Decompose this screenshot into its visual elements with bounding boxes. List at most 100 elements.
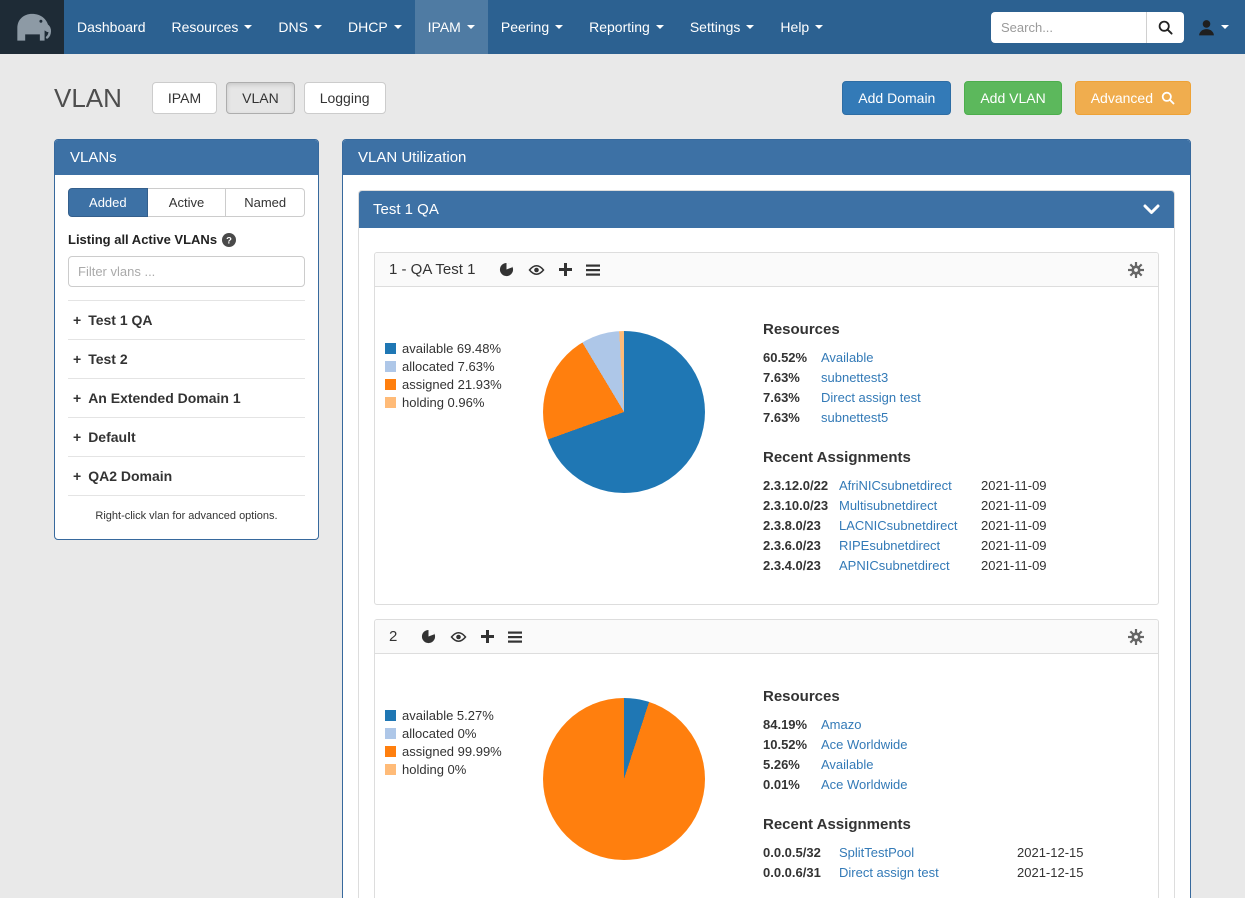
resource-link[interactable]: Ace Worldwide <box>821 777 907 792</box>
expand-icon[interactable]: + <box>73 429 81 445</box>
pie-legend: available 69.48% allocated 7.63% assigne… <box>385 341 537 578</box>
vlan-group-heading[interactable]: Test 1 QA <box>359 191 1174 228</box>
vlan-filter-tabs: Added Active Named <box>68 188 305 217</box>
resource-link[interactable]: subnettest3 <box>821 370 888 385</box>
gear-icon[interactable] <box>1128 629 1144 645</box>
help-icon[interactable]: ? <box>222 233 236 247</box>
nav-item-dns[interactable]: DNS <box>265 0 335 54</box>
expand-icon[interactable]: + <box>73 351 81 367</box>
vlan-name: QA2 Domain <box>88 468 172 484</box>
resource-link[interactable]: Amazo <box>821 717 861 732</box>
caret-down-icon <box>555 25 563 29</box>
vlan-filter-input[interactable] <box>68 256 305 287</box>
add-vlan-button[interactable]: Add VLAN <box>964 81 1061 115</box>
vlan-list-item[interactable]: + Test 2 <box>68 340 305 379</box>
legend-swatch <box>385 746 396 757</box>
plus-icon[interactable] <box>481 630 494 643</box>
caret-down-icon <box>746 25 754 29</box>
nav-item-resources[interactable]: Resources <box>159 0 266 54</box>
vlan-list-item[interactable]: + QA2 Domain <box>68 457 305 496</box>
pie-chart-icon[interactable] <box>499 262 514 277</box>
chart-card-title: 1 - QA Test 1 <box>389 261 475 278</box>
caret-down-icon <box>1221 25 1229 29</box>
provision-mammoth-logo[interactable] <box>0 0 64 54</box>
tab-logging[interactable]: Logging <box>304 82 386 114</box>
svg-text:?: ? <box>226 235 232 246</box>
vlan-list: + Test 1 QA + Test 2 + An Extended Domai… <box>68 300 305 496</box>
resource-row: 10.52% Ace Worldwide <box>763 737 1136 752</box>
legend-item: holding 0.96% <box>385 395 537 410</box>
resource-link[interactable]: Available <box>821 757 874 772</box>
search-input[interactable] <box>991 12 1146 43</box>
vlan-list-item[interactable]: + Test 1 QA <box>68 301 305 340</box>
chart-card-title: 2 <box>389 628 397 645</box>
expand-icon[interactable]: + <box>73 312 81 328</box>
menu-icon[interactable] <box>508 631 522 643</box>
resource-percent: 7.63% <box>763 410 821 425</box>
assignments-heading: Recent Assignments <box>763 449 1136 466</box>
legend-swatch <box>385 728 396 739</box>
pie-legend: available 5.27% allocated 0% assigned 99… <box>385 708 537 885</box>
assignment-link[interactable]: Multisubnetdirect <box>839 498 971 513</box>
gear-icon[interactable] <box>1128 262 1144 278</box>
navbar-right <box>991 0 1245 54</box>
listing-label: Listing all Active VLANs <box>68 232 217 247</box>
assignment-link[interactable]: SplitTestPool <box>839 845 1007 860</box>
expand-icon[interactable]: + <box>73 390 81 406</box>
vlan-chart-card-1: 1 - QA Test 1 <box>374 252 1159 605</box>
resource-link[interactable]: Available <box>821 350 874 365</box>
tab-named[interactable]: Named <box>226 188 305 217</box>
menu-icon[interactable] <box>586 264 600 276</box>
pie-chart[interactable] <box>543 331 705 493</box>
user-menu[interactable] <box>1197 18 1229 37</box>
resource-row: 0.01% Ace Worldwide <box>763 777 1136 792</box>
nav-item-dashboard[interactable]: Dashboard <box>64 0 159 54</box>
nav-item-ipam[interactable]: IPAM <box>415 0 488 54</box>
legend-item: allocated 0% <box>385 726 537 741</box>
nav-item-settings[interactable]: Settings <box>677 0 768 54</box>
expand-icon[interactable]: + <box>73 468 81 484</box>
assignment-cidr: 0.0.0.5/32 <box>763 845 839 860</box>
tab-added[interactable]: Added <box>68 188 148 217</box>
assignment-date: 2021-12-15 <box>1007 845 1084 860</box>
eye-icon[interactable] <box>528 264 545 276</box>
assignment-link[interactable]: AfriNICsubnetdirect <box>839 478 971 493</box>
tab-ipam[interactable]: IPAM <box>152 82 217 114</box>
nav-item-label: Peering <box>501 19 549 35</box>
eye-icon[interactable] <box>450 631 467 643</box>
nav-item-peering[interactable]: Peering <box>488 0 576 54</box>
assignment-link[interactable]: APNICsubnetdirect <box>839 558 971 573</box>
assignment-link[interactable]: Direct assign test <box>839 865 1007 880</box>
tab-active[interactable]: Active <box>148 188 227 217</box>
assignment-link[interactable]: RIPEsubnetdirect <box>839 538 971 553</box>
search-button[interactable] <box>1146 12 1184 43</box>
resource-percent: 10.52% <box>763 737 821 752</box>
assignment-cidr: 2.3.12.0/22 <box>763 478 839 493</box>
assignments-heading: Recent Assignments <box>763 816 1136 833</box>
advanced-search-button[interactable]: Advanced <box>1075 81 1191 115</box>
assignment-link[interactable]: LACNICsubnetdirect <box>839 518 971 533</box>
caret-down-icon <box>656 25 664 29</box>
legend-label: available 69.48% <box>402 341 501 356</box>
pie-chart[interactable] <box>543 698 705 860</box>
tab-vlan[interactable]: VLAN <box>226 82 295 114</box>
collapse-chevron-icon[interactable] <box>1143 204 1160 215</box>
legend-label: holding 0.96% <box>402 395 484 410</box>
legend-swatch <box>385 710 396 721</box>
vlan-list-item[interactable]: + An Extended Domain 1 <box>68 379 305 418</box>
chart-card-header: 1 - QA Test 1 <box>375 253 1158 287</box>
plus-icon[interactable] <box>559 263 572 276</box>
resource-link[interactable]: subnettest5 <box>821 410 888 425</box>
resource-link[interactable]: Direct assign test <box>821 390 921 405</box>
add-domain-button[interactable]: Add Domain <box>842 81 951 115</box>
vlan-group-panel: Test 1 QA 1 - QA Test 1 <box>358 190 1175 898</box>
nav-item-dhcp[interactable]: DHCP <box>335 0 415 54</box>
chart-card-body: available 69.48% allocated 7.63% assigne… <box>375 287 1158 604</box>
nav-item-reporting[interactable]: Reporting <box>576 0 677 54</box>
resource-link[interactable]: Ace Worldwide <box>821 737 907 752</box>
pie-chart-icon[interactable] <box>421 629 436 644</box>
vlan-list-item[interactable]: + Default <box>68 418 305 457</box>
nav-item-help[interactable]: Help <box>767 0 836 54</box>
utilization-panel-body: Test 1 QA 1 - QA Test 1 <box>343 175 1190 898</box>
utilization-panel-heading: VLAN Utilization <box>343 140 1190 175</box>
